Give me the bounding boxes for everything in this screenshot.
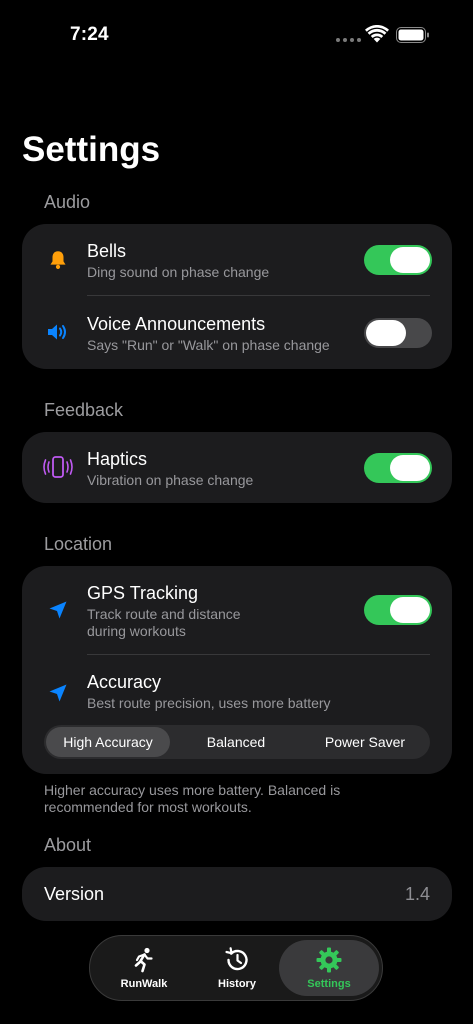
haptics-phone-icon	[42, 455, 74, 479]
gps-tracking-row: GPS Tracking Track route and distance du…	[22, 566, 452, 654]
cellular-dots-icon	[336, 38, 361, 42]
segment-power-saver[interactable]: Power Saver	[302, 727, 428, 757]
bells-title: Bells	[87, 241, 127, 261]
gps-tracking-subtitle-line1: Track route and distance	[87, 606, 241, 622]
location-arrow-icon	[46, 681, 70, 705]
gps-tracking-title: GPS Tracking	[87, 583, 199, 603]
gps-tracking-toggle[interactable]	[364, 595, 432, 625]
bell-icon	[46, 248, 70, 272]
runner-icon	[134, 947, 153, 973]
toggle-knob	[390, 597, 430, 623]
haptics-toggle[interactable]	[364, 453, 432, 483]
gps-tracking-subtitle-line2: during workouts	[87, 623, 186, 639]
tab-history[interactable]: History	[187, 940, 287, 996]
tab-label: Settings	[307, 978, 351, 990]
voice-announcements-toggle[interactable]	[364, 318, 432, 348]
history-clock-icon	[225, 947, 248, 971]
segment-high-accuracy[interactable]: High Accuracy	[46, 727, 170, 757]
accuracy-subtitle: Best route precision, uses more battery	[87, 695, 331, 711]
audio-card: Bells Ding sound on phase change Voice A…	[22, 224, 452, 369]
location-card: GPS Tracking Track route and distance du…	[22, 566, 452, 774]
section-header-feedback: Feedback	[44, 400, 124, 420]
toggle-knob	[390, 247, 430, 273]
voice-announcements-title: Voice Announcements	[87, 314, 266, 334]
haptics-title: Haptics	[87, 449, 148, 469]
bells-row: Bells Ding sound on phase change	[22, 224, 452, 296]
section-header-about: About	[44, 835, 92, 855]
gear-icon	[316, 947, 342, 973]
location-arrow-icon	[46, 598, 70, 622]
haptics-subtitle: Vibration on phase change	[87, 472, 254, 488]
toggle-knob	[366, 320, 406, 346]
voice-announcements-row: Voice Announcements Says "Run" or "Walk"…	[22, 296, 452, 369]
haptics-row: Haptics Vibration on phase change	[22, 432, 452, 503]
section-header-audio: Audio	[44, 192, 91, 212]
section-header-location: Location	[44, 534, 113, 554]
bells-toggle[interactable]	[364, 245, 432, 275]
accuracy-footnote: Higher accuracy uses more battery. Balan…	[44, 782, 341, 815]
tab-label: RunWalk	[120, 978, 168, 990]
accuracy-segmented-control: High Accuracy Balanced Power Saver	[44, 725, 430, 759]
tab-bar: RunWalk History Settings	[89, 935, 383, 1001]
status-bar: 7:24	[0, 0, 473, 60]
segment-balanced[interactable]: Balanced	[174, 727, 298, 757]
version-label: Version	[44, 884, 105, 904]
bells-subtitle: Ding sound on phase change	[87, 264, 270, 280]
battery-icon	[396, 27, 429, 43]
tab-runwalk[interactable]: RunWalk	[94, 940, 194, 996]
voice-announcements-subtitle: Says "Run" or "Walk" on phase change	[87, 337, 330, 353]
version-value: 1.4	[404, 884, 430, 904]
feedback-card: Haptics Vibration on phase change	[22, 432, 452, 503]
wifi-icon	[365, 25, 389, 43]
accuracy-title: Accuracy	[87, 672, 162, 692]
status-time: 7:24	[70, 24, 109, 45]
tab-settings[interactable]: Settings	[279, 940, 379, 996]
accuracy-row: Accuracy Best route precision, uses more…	[22, 655, 452, 715]
toggle-knob	[390, 455, 430, 481]
page-title: Settings	[22, 130, 161, 169]
about-card: Version 1.4	[22, 867, 452, 921]
speaker-icon	[46, 320, 70, 344]
tab-label: History	[218, 978, 256, 990]
